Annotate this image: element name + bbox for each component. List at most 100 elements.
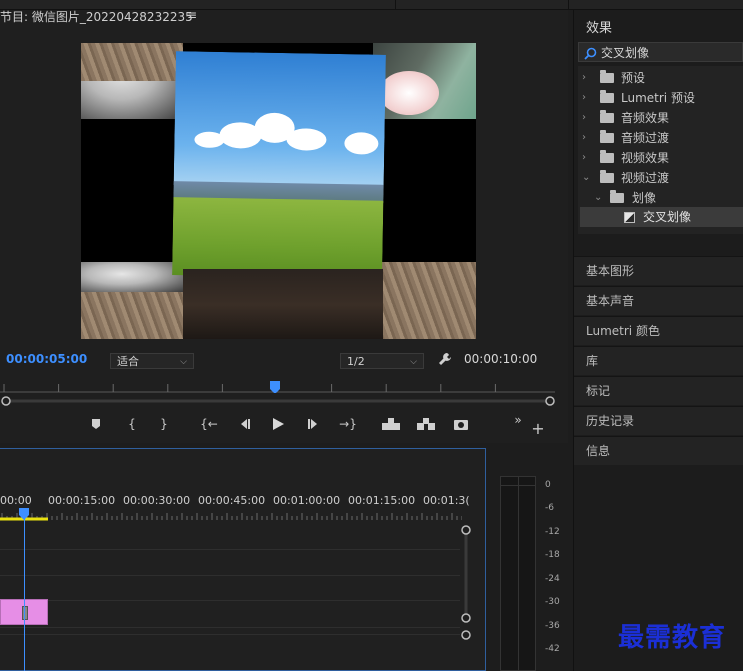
timeline-ruler[interactable] <box>0 508 462 522</box>
effects-panel-title[interactable]: 效果 <box>586 17 612 36</box>
monitor-time-ruler[interactable] <box>0 381 555 393</box>
chevron-right-icon: › <box>582 92 586 103</box>
more-buttons-chevron-icon[interactable]: » <box>508 410 528 430</box>
transition-handle[interactable] <box>22 606 28 620</box>
tree-item-cross-iris[interactable]: 交叉划像 <box>580 207 743 227</box>
chevron-down-icon: ⌄ <box>582 172 591 183</box>
folder-icon <box>610 190 624 203</box>
folder-icon <box>600 110 614 123</box>
tree-item-video-effects[interactable]: › 视频效果 <box>582 148 742 168</box>
chevron-right-icon: › <box>582 132 586 143</box>
fit-dropdown[interactable]: 适合 ⌵ <box>110 353 194 369</box>
tree-item-label: 音频效果 <box>621 111 670 125</box>
duration-timecode: 00:00:10:00 <box>464 352 538 366</box>
chevron-right-icon: › <box>582 72 586 83</box>
mark-in-icon: { <box>128 417 136 431</box>
db-label: -30 <box>545 597 560 607</box>
db-label: -18 <box>545 550 560 560</box>
chevron-down-icon: ⌵ <box>180 357 187 367</box>
tree-item-presets[interactable]: › 预设 <box>582 68 742 88</box>
folder-icon <box>600 150 614 163</box>
chevron-down-icon: ⌵ <box>410 357 417 367</box>
mark-out-button[interactable]: } <box>154 414 174 434</box>
tree-item-lumetri-presets[interactable]: › Lumetri 预设 <box>582 88 742 108</box>
panel-essential-sound[interactable]: 基本声音 <box>574 286 743 315</box>
go-to-out-button[interactable]: →} <box>338 414 358 434</box>
panel-libraries[interactable]: 库 <box>574 346 743 375</box>
timeline-timecode: 00:01:15:00 <box>348 494 416 507</box>
current-timecode[interactable]: 00:00:05:00 <box>6 352 87 366</box>
timeline-panel[interactable]: 00:00 00:00:15:00 00:00:30:00 00:00:45:0… <box>0 448 486 671</box>
effects-tree: › 预设 › Lumetri 预设 › 音频效果 › 音频过渡 › 视频效果 ⌄… <box>578 66 743 234</box>
go-to-out-icon: →} <box>339 417 357 431</box>
lift-button[interactable] <box>381 414 401 434</box>
mark-out-icon: } <box>160 417 168 431</box>
tree-item-label: 视频效果 <box>621 151 670 165</box>
timeline-timecode: 00:00 <box>0 494 32 507</box>
db-label: -24 <box>545 574 560 584</box>
db-label: -6 <box>545 503 554 513</box>
tree-item-label: 划像 <box>632 191 657 205</box>
resolution-dropdown[interactable]: 1/2 ⌵ <box>340 353 424 369</box>
bottom-right-tile <box>373 262 476 339</box>
tree-item-audio-transitions[interactable]: › 音频过渡 <box>582 128 742 148</box>
search-icon <box>584 45 597 64</box>
play-button[interactable] <box>268 414 288 434</box>
panel-markers[interactable]: 标记 <box>574 376 743 405</box>
timeline-timecode: 00:01:3( <box>423 494 470 507</box>
go-to-in-icon: {← <box>200 417 218 431</box>
timeline-timecode: 00:00:15:00 <box>48 494 116 507</box>
timeline-vertical-scrollbar[interactable] <box>460 524 472 644</box>
playhead-line <box>24 516 25 671</box>
panel-lumetri-color[interactable]: Lumetri 颜色 <box>574 316 743 345</box>
go-to-in-button[interactable]: {← <box>199 414 219 434</box>
export-frame-button[interactable] <box>451 414 471 434</box>
tree-item-audio-effects[interactable]: › 音频效果 <box>582 108 742 128</box>
mark-in-button[interactable]: { <box>122 414 142 434</box>
timeline-timecode: 00:00:30:00 <box>123 494 191 507</box>
db-label: 0 <box>545 480 551 490</box>
extract-button[interactable] <box>416 414 436 434</box>
top-left-tile <box>81 43 183 119</box>
panel-essential-graphics[interactable]: 基本图形 <box>574 256 743 285</box>
program-video-frame[interactable] <box>81 43 476 339</box>
add-marker-button[interactable] <box>86 414 106 434</box>
audio-meter <box>500 476 536 671</box>
step-forward-button[interactable] <box>304 414 324 434</box>
bottom-left-tile <box>81 262 183 339</box>
watermark-text: 最需教育 <box>618 623 727 653</box>
button-editor-plus-icon[interactable]: + <box>528 418 548 438</box>
resolution-dropdown-label: 1/2 <box>347 355 365 368</box>
tree-item-label: 音频过渡 <box>621 131 670 145</box>
tree-item-label: Lumetri 预设 <box>621 91 695 105</box>
timeline-timecode: 00:01:00:00 <box>273 494 341 507</box>
panel-history[interactable]: 历史记录 <box>574 406 743 435</box>
folder-icon <box>600 130 614 143</box>
folder-icon <box>600 170 614 183</box>
panel-menu-icon[interactable]: ≡ <box>187 8 197 22</box>
db-label: -42 <box>545 644 560 654</box>
dark-strip-image <box>183 269 383 339</box>
effects-search-input[interactable] <box>601 44 731 60</box>
panel-info[interactable]: 信息 <box>574 436 743 465</box>
program-monitor-title[interactable]: 节目: 微信图片_20220428232235 <box>0 8 193 25</box>
fit-dropdown-label: 适合 <box>117 355 139 368</box>
preset-folder-icon <box>600 90 614 103</box>
db-label: -12 <box>545 527 560 537</box>
transition-icon <box>624 212 635 223</box>
timeline-timecode: 00:00:45:00 <box>198 494 266 507</box>
step-back-button[interactable] <box>234 414 254 434</box>
landscape-image <box>172 51 386 279</box>
preset-folder-icon <box>600 70 614 83</box>
tree-item-label: 交叉划像 <box>643 210 692 224</box>
monitor-playhead[interactable] <box>270 381 280 393</box>
tree-item-label: 预设 <box>621 71 646 85</box>
tree-item-label: 视频过渡 <box>621 171 670 185</box>
chevron-right-icon: › <box>582 152 586 163</box>
chevron-right-icon: › <box>582 112 586 123</box>
wrench-icon[interactable] <box>437 351 453 367</box>
tree-item-iris[interactable]: ⌄ 划像 <box>594 188 742 208</box>
tree-item-video-transitions[interactable]: ⌄ 视频过渡 <box>582 168 742 188</box>
effects-search[interactable] <box>578 42 743 62</box>
zoom-scrollbar[interactable] <box>0 396 555 407</box>
